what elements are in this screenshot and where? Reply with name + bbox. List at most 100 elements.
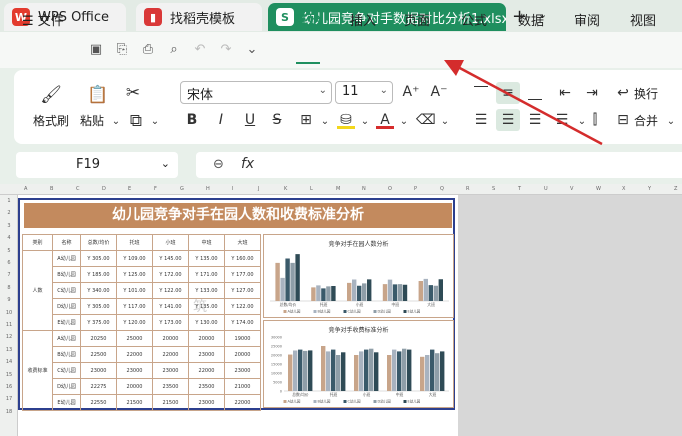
table-cell[interactable]: 23000	[116, 362, 153, 379]
table-cell[interactable]: 23500	[188, 378, 225, 395]
table-cell[interactable]: Y 145.00	[152, 250, 189, 267]
table-cell[interactable]: Y 122.00	[224, 298, 261, 315]
table-cell[interactable]: Y 305.00	[80, 298, 117, 315]
table-cell[interactable]: Y 117.00	[116, 298, 153, 315]
table-cell[interactable]: 22275	[80, 378, 117, 395]
increase-font-icon[interactable]: A⁺	[402, 83, 420, 101]
paste-dropdown-icon[interactable]: ⌄	[107, 113, 125, 131]
table-cell[interactable]: A幼儿园	[52, 330, 81, 347]
header-cell[interactable]: 中班	[188, 234, 225, 251]
row-header[interactable]: 7	[0, 272, 18, 278]
table-cell[interactable]: 23000	[152, 362, 189, 379]
table-cell[interactable]: 22000	[116, 346, 153, 363]
table-cell[interactable]: A幼儿园	[52, 250, 81, 267]
merge-dropdown-icon[interactable]: ⌄	[662, 113, 680, 131]
column-header[interactable]: D	[102, 186, 106, 192]
border-icon[interactable]: ⊞	[297, 111, 315, 129]
fill-dropdown-icon[interactable]: ⌄	[356, 113, 374, 131]
column-header[interactable]: C	[76, 186, 80, 192]
font-size-select[interactable]: 11 ⌄	[335, 81, 393, 104]
table-cell[interactable]: Y 160.00	[224, 250, 261, 267]
zoom-formula-icon[interactable]: ⊖	[213, 157, 224, 172]
font-color-dropdown-icon[interactable]: ⌄	[395, 113, 413, 131]
table-cell[interactable]: Y 127.00	[224, 282, 261, 299]
table-cell[interactable]: Y 109.00	[116, 250, 153, 267]
tab-view[interactable]: 视图	[630, 10, 656, 29]
export-icon[interactable]: ⎘	[114, 42, 130, 58]
fill-color-icon[interactable]: ⛁	[337, 111, 355, 129]
header-cell[interactable]: 托班	[116, 234, 153, 251]
table-cell[interactable]: Y 171.00	[188, 266, 225, 283]
row-header[interactable]: 12	[0, 334, 18, 340]
table-cell[interactable]: 22000	[188, 362, 225, 379]
row-header[interactable]: 18	[0, 409, 18, 415]
format-painter-icon[interactable]: 🖌	[40, 84, 62, 106]
table-cell[interactable]: 22000	[224, 394, 261, 411]
column-header[interactable]: K	[284, 186, 287, 192]
row-header[interactable]: 6	[0, 260, 18, 266]
table-cell[interactable]: 23000	[224, 362, 261, 379]
table-cell[interactable]: 25000	[116, 330, 153, 347]
more-chevron-icon[interactable]: ⌄	[244, 42, 260, 58]
table-cell[interactable]: Y 177.00	[224, 266, 261, 283]
table-cell[interactable]: Y 340.00	[80, 282, 117, 299]
name-box[interactable]: F19 ⌄	[16, 152, 178, 178]
tab-home[interactable]: 开始	[295, 10, 321, 29]
table-cell[interactable]: E幼儿园	[52, 394, 81, 411]
table-cell[interactable]: C幼儿园	[52, 282, 81, 299]
chart-fees[interactable]: 竞争对手收费标准分析 30000 25000 20000 15000 10000 5000…	[263, 320, 454, 408]
column-header[interactable]: E	[128, 186, 131, 192]
table-cell[interactable]: Y 122.00	[152, 282, 189, 299]
chart-enrollment[interactable]: 竞争对手在园人数分析 总数/均价 托班 小班 中班 大班 A幼儿园 B幼儿园 C幼儿园 D幼儿园…	[263, 234, 454, 318]
table-cell[interactable]: B幼儿园	[52, 346, 81, 363]
table-cell[interactable]: E幼儿园	[52, 314, 81, 331]
tab-formula[interactable]: 公式	[461, 10, 487, 29]
row-header[interactable]: 9	[0, 297, 18, 303]
column-header[interactable]: H	[206, 186, 210, 192]
row-header[interactable]: 2	[0, 210, 18, 216]
table-cell[interactable]: Y 135.00	[188, 250, 225, 267]
header-cell[interactable]: 总数/均价	[80, 234, 117, 251]
column-header[interactable]: T	[518, 186, 521, 192]
table-cell[interactable]: Y 185.00	[80, 266, 117, 283]
wrap-text-label[interactable]: 换行	[634, 85, 658, 102]
table-cell[interactable]: Y 130.00	[188, 314, 225, 331]
column-header[interactable]: S	[492, 186, 495, 192]
column-header[interactable]: B	[50, 186, 53, 192]
table-cell[interactable]: 21000	[224, 378, 261, 395]
column-header[interactable]: A	[24, 186, 27, 192]
tab-data[interactable]: 数据	[518, 10, 544, 29]
row-header[interactable]: 10	[0, 310, 18, 316]
header-cell[interactable]: 小班	[152, 234, 189, 251]
row-header[interactable]: 11	[0, 322, 18, 328]
column-header[interactable]: V	[570, 186, 573, 192]
table-cell[interactable]: Y 173.00	[152, 314, 189, 331]
column-header[interactable]: P	[414, 186, 417, 192]
table-cell[interactable]: 23000	[188, 346, 225, 363]
column-header[interactable]: F	[154, 186, 157, 192]
undo-icon[interactable]: ↶	[192, 42, 208, 58]
header-cell[interactable]: 名称	[52, 234, 81, 251]
table-cell[interactable]: Y 141.00	[152, 298, 189, 315]
tab-template[interactable]: ▮ 找稻壳模板	[136, 3, 262, 31]
copy-icon[interactable]: ⧉	[125, 110, 147, 132]
row-header[interactable]: 8	[0, 285, 18, 291]
row-header[interactable]: 13	[0, 347, 18, 353]
table-cell[interactable]: Y 120.00	[116, 314, 153, 331]
table-cell[interactable]: Y 101.00	[116, 282, 153, 299]
merge-cells-icon[interactable]: ⊟	[614, 111, 632, 129]
paste-label[interactable]: 粘贴	[80, 112, 104, 129]
row-header[interactable]: 4	[0, 235, 18, 241]
table-cell[interactable]: Y 172.00	[152, 266, 189, 283]
table-cell[interactable]: Y 125.00	[116, 266, 153, 283]
underline-icon[interactable]: U	[241, 111, 259, 129]
column-header[interactable]: Q	[440, 186, 444, 192]
column-header[interactable]: U	[544, 186, 548, 192]
merge-cells-label[interactable]: 合并	[634, 112, 658, 129]
table-cell[interactable]: 23500	[152, 378, 189, 395]
row-header[interactable]: 3	[0, 223, 18, 229]
column-header[interactable]: X	[622, 186, 625, 192]
table-cell[interactable]: 22000	[152, 346, 189, 363]
fx-icon[interactable]: fx	[241, 156, 254, 172]
table-cell[interactable]: 21500	[116, 394, 153, 411]
